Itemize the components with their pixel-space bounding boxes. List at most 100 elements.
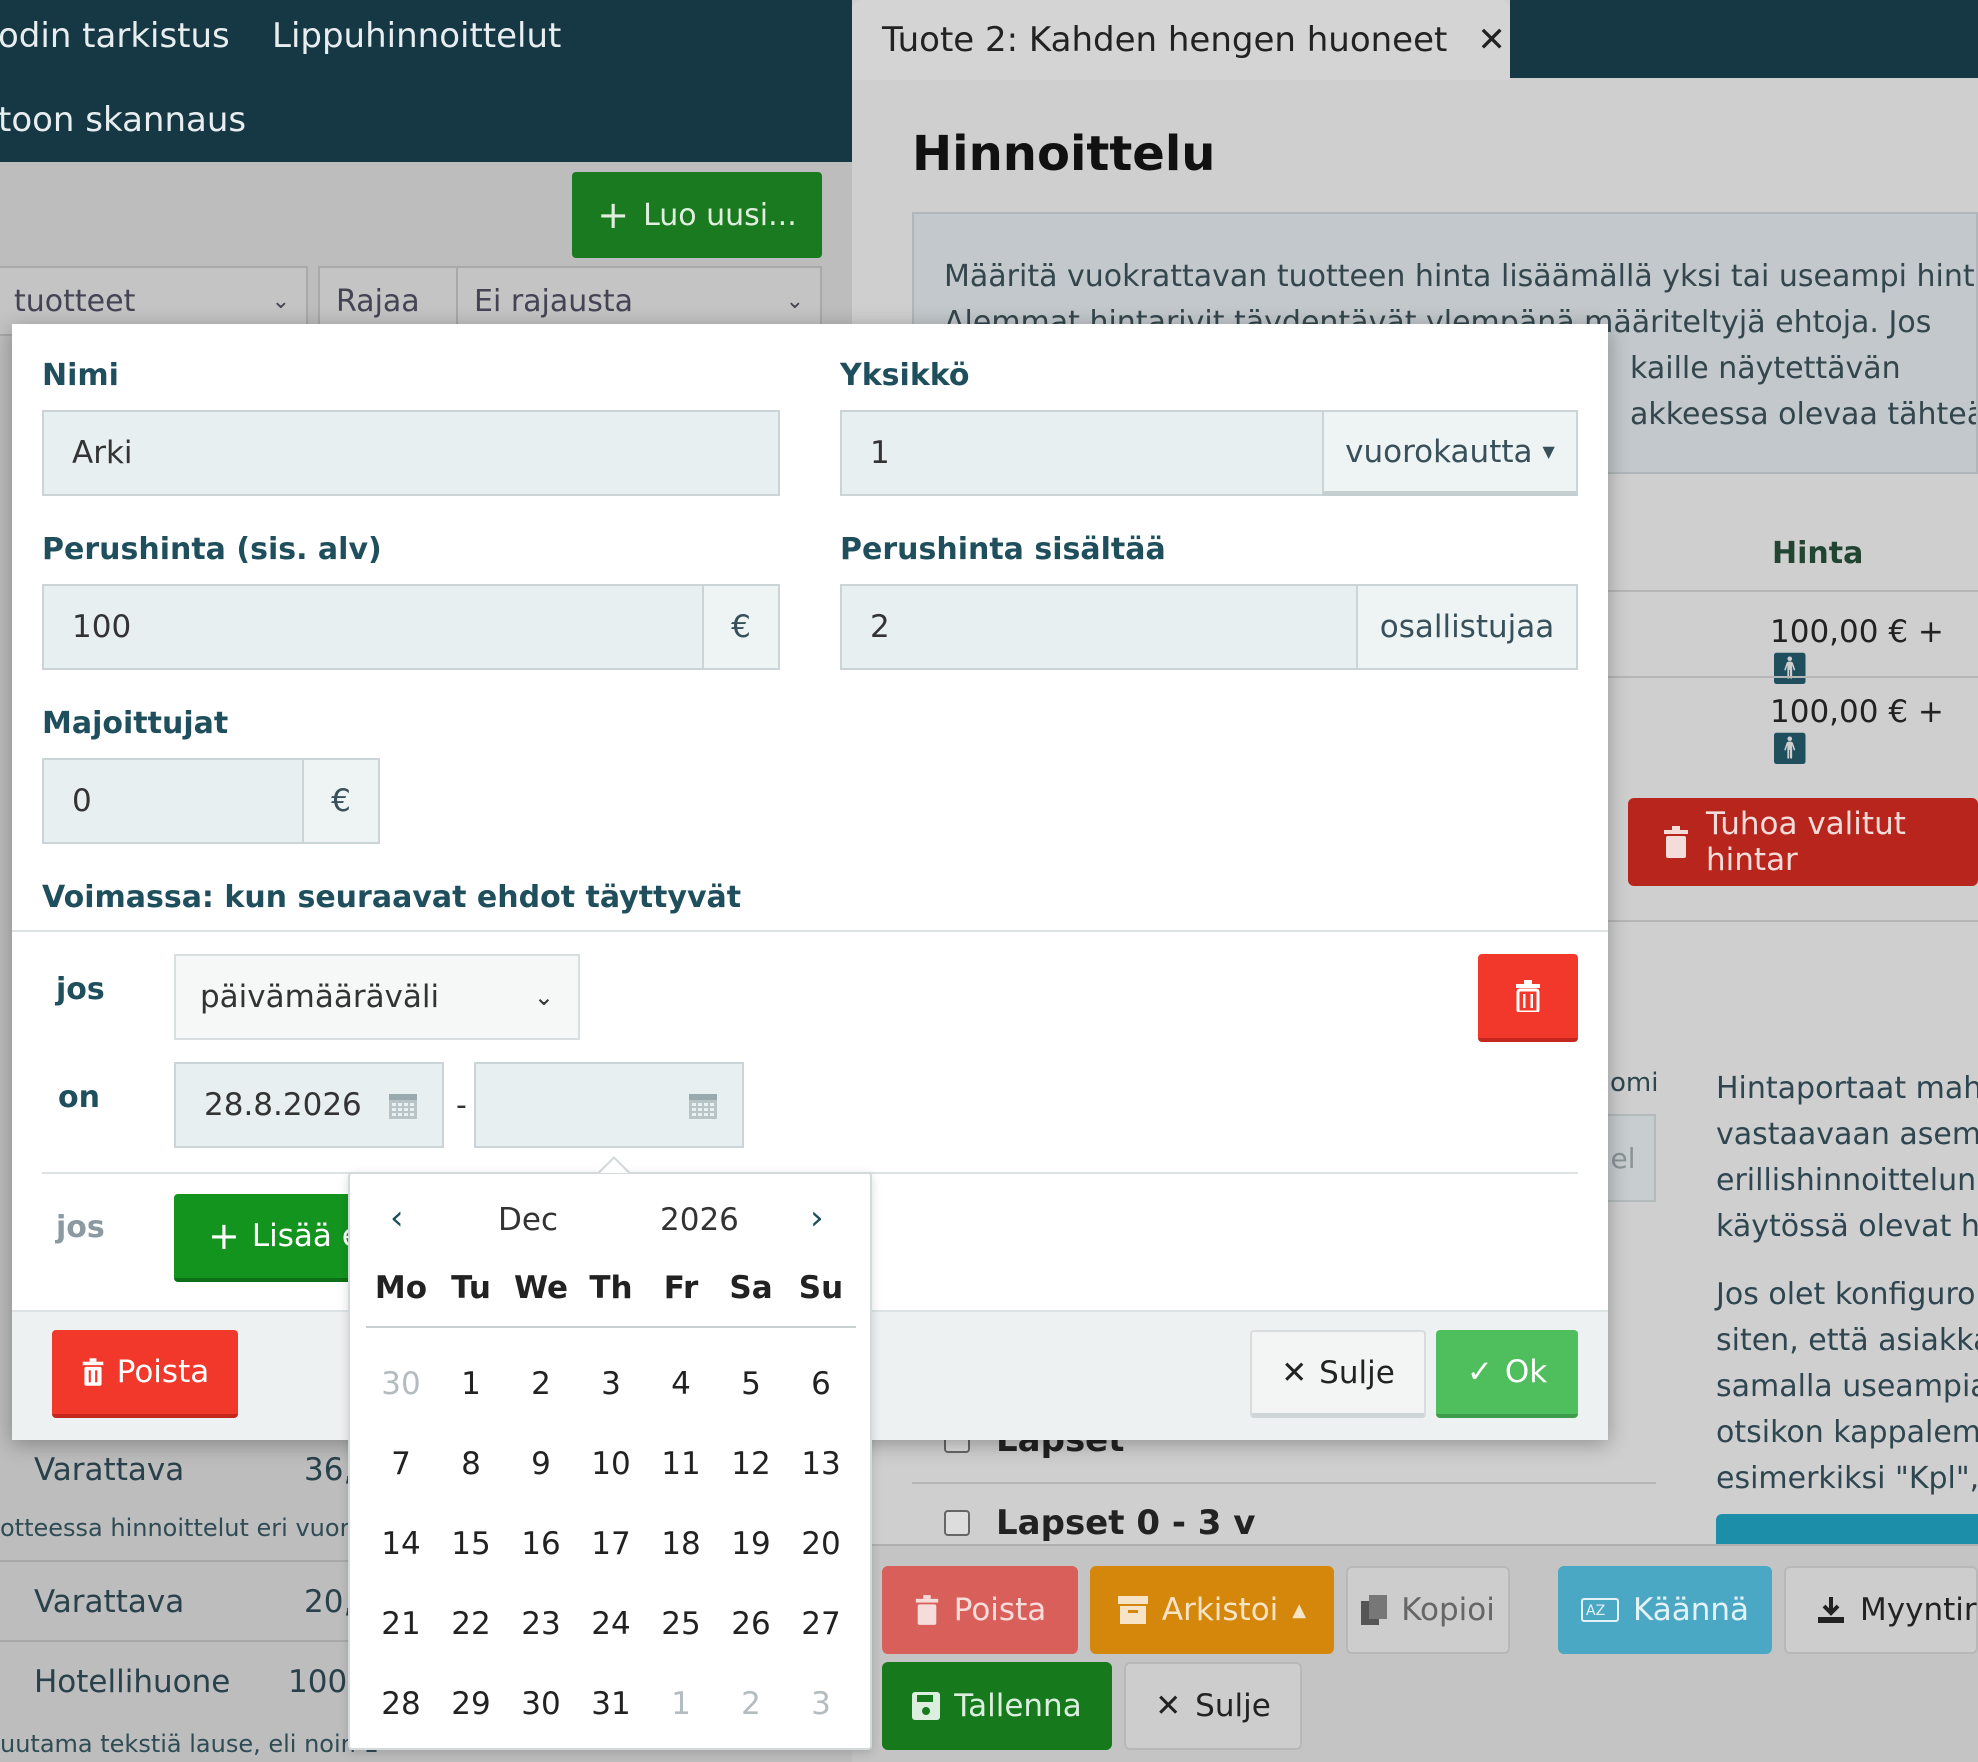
calendar-day[interactable]: 13 — [786, 1446, 856, 1482]
calendar-day[interactable]: 25 — [646, 1606, 716, 1642]
datepicker: ‹ Dec 2026 › Mo Tu We Th Fr Sa Su 30 1 2 3 4 5 6 7 8 9 1… — [348, 1172, 872, 1750]
majoittujat-input[interactable]: 0 — [42, 758, 312, 844]
close-icon: ✕ — [1155, 1688, 1182, 1724]
ok-button[interactable]: ✓ Ok — [1436, 1330, 1578, 1418]
help-line: erillishinnoittelun. — [1716, 1163, 1978, 1198]
trash-icon — [81, 1358, 105, 1386]
month-select[interactable]: Dec — [498, 1202, 558, 1238]
condition-on-label: on — [58, 1080, 100, 1115]
calendar-day[interactable]: 19 — [716, 1526, 786, 1562]
yksikko-input[interactable]: 1 — [840, 410, 1326, 496]
plus-icon: + — [208, 1214, 240, 1258]
help-line: esimerkiksi "Kpl", ' — [1716, 1461, 1978, 1496]
yksikko-label: Yksikkö — [840, 358, 970, 393]
sisaltaa-input[interactable]: 2 — [840, 584, 1364, 670]
calendar-day[interactable]: 16 — [506, 1526, 576, 1562]
hinta-column-header: Hinta — [1772, 536, 1864, 571]
calendar-day[interactable]: 21 — [366, 1606, 436, 1642]
calendar-day[interactable]: 15 — [436, 1526, 506, 1562]
nav-item-lippuhinnoittelut[interactable]: Lippuhinnoittelut — [272, 16, 561, 56]
nav-item-tarkistus[interactable]: odin tarkistus — [0, 16, 230, 56]
rajaa-label: Rajaa — [336, 283, 420, 319]
delete-condition-button[interactable] — [1478, 954, 1578, 1042]
tab-product[interactable]: Tuote 2: Kahden hengen huoneet ✕ — [852, 0, 1510, 80]
translate-button[interactable]: AZ Käännä — [1558, 1566, 1772, 1654]
yksikko-value: 1 — [870, 435, 890, 471]
calendar-day[interactable]: 5 — [716, 1366, 786, 1402]
majoittujat-value: 0 — [72, 783, 92, 819]
teal-button-partial[interactable] — [1716, 1514, 1978, 1544]
calendar-day[interactable]: 11 — [646, 1446, 716, 1482]
product-filter-label: tuotteet — [14, 283, 136, 319]
archive-button[interactable]: Arkistoi ▲ — [1090, 1566, 1334, 1654]
calendar-day[interactable]: 4 — [646, 1366, 716, 1402]
weekday-label: Sa — [729, 1270, 773, 1306]
nav-item-skannaus[interactable]: toon skannaus — [0, 100, 246, 140]
close-icon[interactable]: ✕ — [1477, 20, 1506, 60]
calendar-day[interactable]: 31 — [576, 1686, 646, 1722]
calendar-day[interactable]: 22 — [436, 1606, 506, 1642]
delete-button[interactable]: Poista — [882, 1566, 1078, 1654]
tab-strip — [1510, 0, 1978, 78]
calendar-icon[interactable] — [388, 1090, 418, 1120]
calendar-day[interactable]: 1 — [436, 1366, 506, 1402]
calendar-day[interactable]: 29 — [436, 1686, 506, 1722]
calendar-day[interactable]: 3 — [786, 1686, 856, 1722]
participants-addon: osallistujaa — [1356, 584, 1578, 670]
euro-sign: € — [731, 609, 751, 645]
condition-type-select[interactable]: päivämääräväli ⌄ — [174, 954, 580, 1040]
calendar-day[interactable]: 26 — [716, 1606, 786, 1642]
delete-label: Poista — [953, 1592, 1047, 1628]
next-month-icon[interactable]: › — [810, 1198, 824, 1238]
calendar-day[interactable]: 6 — [786, 1366, 856, 1402]
copy-button[interactable]: Kopioi — [1346, 1566, 1510, 1654]
caret-down-icon: ▼ — [1542, 442, 1555, 461]
calendar-day[interactable]: 20 — [786, 1526, 856, 1562]
date-to-input[interactable] — [474, 1062, 744, 1148]
calendar-day[interactable]: 24 — [576, 1606, 646, 1642]
prev-month-icon[interactable]: ‹ — [390, 1198, 404, 1238]
close-button[interactable]: ✕ Sulje — [1124, 1662, 1302, 1750]
calendar-day[interactable]: 10 — [576, 1446, 646, 1482]
unit-dropdown[interactable]: vuorokautta ▼ — [1322, 410, 1578, 496]
calendar-day[interactable]: 18 — [646, 1526, 716, 1562]
calendar-day[interactable]: 7 — [366, 1446, 436, 1482]
close-button[interactable]: ✕ Sulje — [1250, 1330, 1426, 1418]
calendar-day[interactable]: 17 — [576, 1526, 646, 1562]
chevron-down-icon: ⌄ — [271, 288, 290, 314]
calendar-day[interactable]: 2 — [506, 1366, 576, 1402]
rajaus-label: Ei rajausta — [474, 283, 634, 319]
delete-selected-button[interactable]: Tuhoa valitut hintar — [1628, 798, 1978, 886]
calendar-day[interactable]: 8 — [436, 1446, 506, 1482]
chevron-down-icon: ⌄ — [533, 983, 554, 1011]
help-line: siten, että asiakka — [1716, 1323, 1978, 1358]
calendar-day[interactable]: 9 — [506, 1446, 576, 1482]
calendar-day[interactable]: 30 — [506, 1686, 576, 1722]
weekday-label: Tu — [451, 1270, 491, 1306]
help-line: vastaavaan asema — [1716, 1117, 1978, 1152]
checkbox[interactable] — [944, 1510, 970, 1536]
calendar-day[interactable]: 12 — [716, 1446, 786, 1482]
calendar-day[interactable]: 28 — [366, 1686, 436, 1722]
nimi-input[interactable]: Arki — [42, 410, 780, 496]
calendar-day[interactable]: 2 — [716, 1686, 786, 1722]
calendar-day[interactable]: 27 — [786, 1606, 856, 1642]
calendar-day[interactable]: 3 — [576, 1366, 646, 1402]
calendar-icon[interactable] — [688, 1090, 718, 1120]
sisaltaa-value: 2 — [870, 609, 890, 645]
delete-button[interactable]: Poista — [52, 1330, 238, 1418]
perushinta-input[interactable]: 100 — [42, 584, 712, 670]
save-button[interactable]: Tallenna — [882, 1662, 1112, 1750]
create-new-button[interactable]: + Luo uusi... — [572, 172, 822, 258]
date-from-input[interactable]: 28.8.2026 — [174, 1062, 444, 1148]
calendar-day[interactable]: 1 — [646, 1686, 716, 1722]
archive-label: Arkistoi — [1161, 1592, 1279, 1628]
year-select[interactable]: 2026 — [660, 1202, 739, 1238]
translate-icon: AZ — [1580, 1598, 1619, 1622]
sales-button[interactable]: Myyntira — [1784, 1566, 1978, 1654]
person-icon: 🚹︎ — [1770, 651, 1810, 687]
calendar-day[interactable]: 30 — [366, 1366, 436, 1402]
calendar-day[interactable]: 14 — [366, 1526, 436, 1562]
sales-label: Myyntira — [1860, 1592, 1978, 1628]
calendar-day[interactable]: 23 — [506, 1606, 576, 1642]
